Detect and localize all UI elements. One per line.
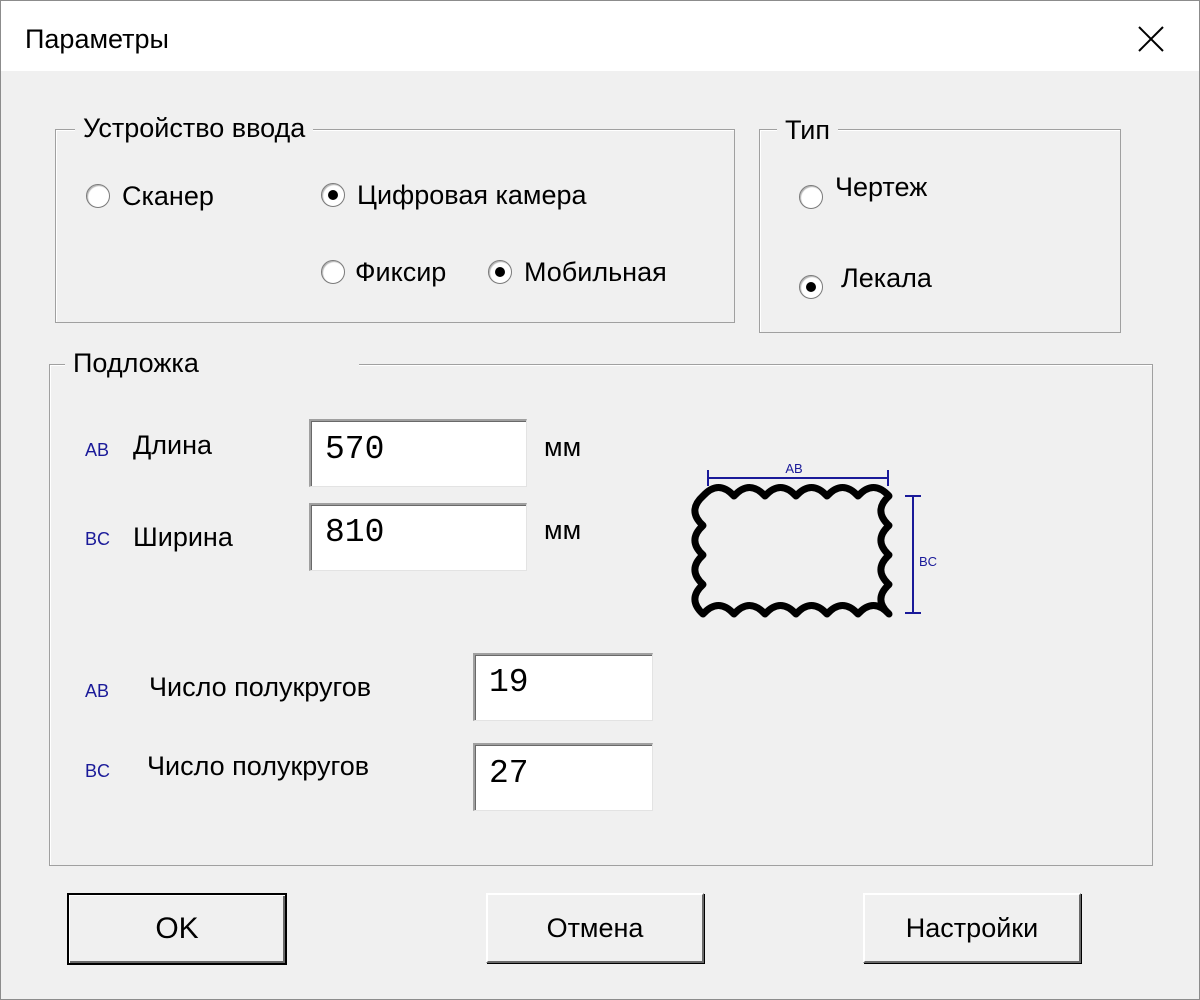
semicircles-ab-input[interactable]: 19 xyxy=(473,653,653,721)
close-button[interactable] xyxy=(1121,13,1181,65)
ab-dimension-text: AB xyxy=(785,461,802,476)
digital-camera-radio[interactable]: Цифровая камера xyxy=(321,178,587,212)
length-label: Длина xyxy=(133,430,213,460)
fixed-radio-dot xyxy=(321,260,345,284)
length-input[interactable]: 570 xyxy=(309,419,527,487)
substrate-legend: Подложка xyxy=(65,346,359,380)
digital-camera-label: Цифровая камера xyxy=(357,180,587,210)
parameters-dialog: Параметры Устройство ввода Сканер Цифров… xyxy=(0,0,1200,1000)
semicircles-bc-tag: BC xyxy=(85,761,111,781)
bc-dimension-text: BC xyxy=(919,554,937,569)
semicircles-bc-label: Число полукругов xyxy=(147,751,370,781)
width-input[interactable]: 810 xyxy=(309,503,527,571)
patterns-radio[interactable]: Лекала xyxy=(799,263,932,299)
length-dimension-tag: AB xyxy=(85,440,110,460)
width-dimension-tag: BC xyxy=(85,529,111,549)
fixed-radio[interactable]: Фиксир xyxy=(321,255,446,289)
scalloped-board-outline xyxy=(691,484,893,618)
scanner-radio-dot xyxy=(86,184,110,208)
digital-camera-radio-dot xyxy=(321,183,345,207)
mobile-radio[interactable]: Мобильная xyxy=(488,255,667,289)
fixed-label: Фиксир xyxy=(355,257,447,287)
cancel-button[interactable]: Отмена xyxy=(486,893,704,963)
width-unit: мм xyxy=(544,515,582,545)
mobile-label: Мобильная xyxy=(524,257,667,287)
ok-button[interactable]: OK xyxy=(67,893,287,965)
title-bar: Параметры xyxy=(1,1,1199,71)
width-label: Ширина xyxy=(133,522,233,552)
drawing-label: Чертеж xyxy=(835,172,928,202)
input-device-group xyxy=(55,129,735,323)
scanner-label: Сканер xyxy=(122,181,214,211)
drawing-radio-dot xyxy=(799,185,823,209)
patterns-label: Лекала xyxy=(841,263,932,293)
semicircles-ab-tag: AB xyxy=(85,681,110,701)
type-legend: Тип xyxy=(777,113,839,147)
type-group xyxy=(759,129,1121,333)
scanner-radio[interactable]: Сканер xyxy=(86,179,214,213)
input-device-legend: Устройство ввода xyxy=(75,111,314,145)
drawing-radio[interactable]: Чертеж xyxy=(799,172,928,209)
patterns-radio-dot xyxy=(799,275,823,299)
substrate-preview: AB BC xyxy=(691,461,937,618)
length-unit: мм xyxy=(544,432,582,462)
close-icon xyxy=(1138,26,1164,52)
settings-button[interactable]: Настройки xyxy=(863,893,1081,963)
window-title: Параметры xyxy=(25,24,169,54)
semicircles-ab-label: Число полукругов xyxy=(149,672,372,702)
semicircles-bc-input[interactable]: 27 xyxy=(473,743,653,811)
mobile-radio-dot xyxy=(488,260,512,284)
